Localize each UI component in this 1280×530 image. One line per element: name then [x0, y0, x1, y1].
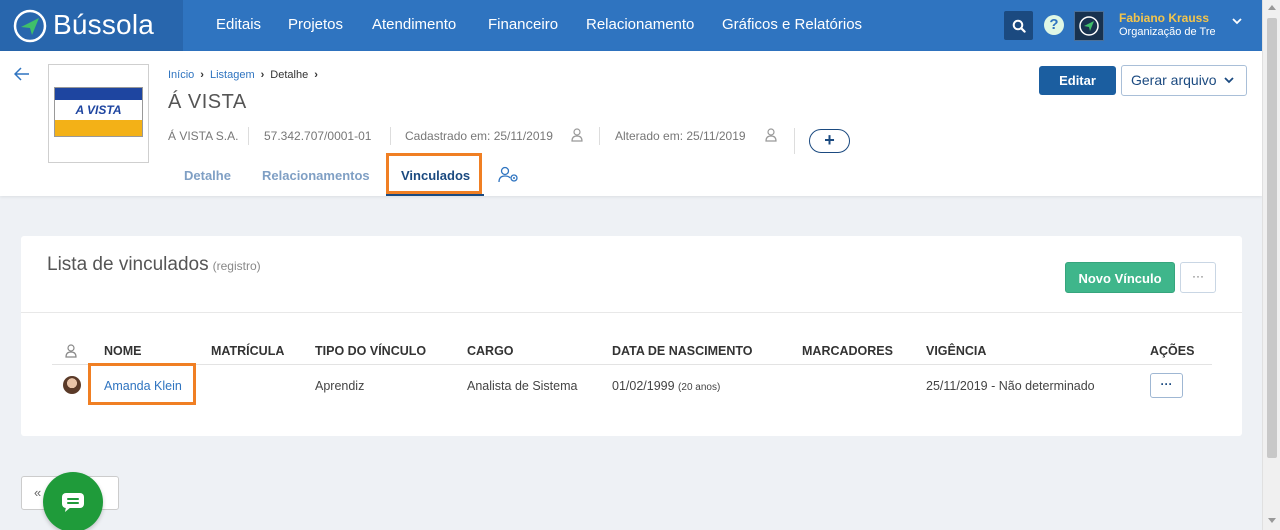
- new-link-button[interactable]: Novo Vínculo: [1065, 262, 1175, 293]
- scrollbar-thumb[interactable]: [1267, 18, 1277, 458]
- column-header-vigencia[interactable]: VIGÊNCIA: [926, 344, 986, 358]
- org-avatar[interactable]: [1074, 11, 1104, 41]
- highlight-box: [386, 153, 482, 194]
- chevron-down-icon: [1224, 77, 1234, 84]
- row-tipo-vinculo: Aprendiz: [315, 379, 365, 393]
- divider: [794, 128, 795, 154]
- breadcrumb-list[interactable]: Listagem: [210, 69, 255, 81]
- pagination-first[interactable]: «: [34, 485, 41, 500]
- brand[interactable]: Bússola: [0, 0, 183, 51]
- more-options-button[interactable]: ···: [1180, 262, 1216, 293]
- top-nav: Bússola Editais Projetos Atendimento Fin…: [0, 0, 1262, 51]
- nav-relacionamento[interactable]: Relacionamento: [586, 16, 694, 33]
- nav-atendimento[interactable]: Atendimento: [372, 16, 456, 33]
- card-title-text: Lista de vinculados: [47, 254, 209, 275]
- divider: [599, 127, 600, 145]
- entity-logo-card: A VISTA: [54, 87, 143, 137]
- entity-updated: Alterado em: 25/11/2019: [615, 129, 746, 143]
- breadcrumb-separator: ›: [200, 69, 204, 81]
- edit-button[interactable]: Editar: [1039, 66, 1116, 95]
- chat-icon: [62, 493, 84, 512]
- user-icon[interactable]: [571, 128, 583, 142]
- nav-graficos-relatorios[interactable]: Gráficos e Relatórios: [722, 16, 862, 33]
- chevron-down-icon[interactable]: [1232, 14, 1242, 28]
- divider: [390, 127, 391, 145]
- column-header-marcadores[interactable]: MARCADORES: [802, 344, 893, 358]
- row-data-nascimento: 01/02/1999 (20 anos): [612, 379, 720, 393]
- breadcrumb-separator: ›: [314, 69, 318, 81]
- user-org[interactable]: Organização de Tre: [1119, 26, 1215, 38]
- row-vigencia: 25/11/2019 - Não determinado: [926, 379, 1095, 393]
- user-name[interactable]: Fabiano Krauss: [1119, 11, 1209, 25]
- column-header-data-nascimento[interactable]: DATA DE NASCIMENTO: [612, 344, 753, 358]
- column-header-matricula[interactable]: MATRÍCULA: [211, 344, 284, 358]
- user-icon: [65, 344, 77, 358]
- back-arrow-icon[interactable]: [13, 65, 30, 86]
- breadcrumb: Início › Listagem › Detalhe ›: [168, 69, 324, 81]
- generate-file-button[interactable]: Gerar arquivo: [1121, 65, 1247, 96]
- user-icon[interactable]: [765, 128, 777, 142]
- entity-short-name: Á VISTA S.A.: [168, 129, 239, 143]
- vertical-scrollbar[interactable]: [1262, 0, 1280, 530]
- column-header-tipo-vinculo[interactable]: TIPO DO VÍNCULO: [315, 344, 426, 358]
- entity-header: A VISTA Início › Listagem › Detalhe › Á VISTA…: [0, 51, 1262, 196]
- entity-created: Cadastrado em: 25/11/2019: [405, 129, 553, 143]
- entity-logo-text: A VISTA: [55, 100, 142, 120]
- avatar: [63, 376, 81, 394]
- linked-list-card: Lista de vinculados (registro) Novo Víncu…: [21, 236, 1242, 436]
- page-title: Á VISTA: [168, 91, 247, 113]
- tab-relacionamentos[interactable]: Relacionamentos: [262, 168, 370, 183]
- compass-avatar-icon: [1079, 16, 1099, 36]
- scroll-up-icon[interactable]: [1268, 5, 1276, 10]
- column-header-acoes: AÇÕES: [1150, 344, 1195, 358]
- row-age: (20 anos): [678, 382, 721, 393]
- column-header-nome[interactable]: NOME: [104, 344, 142, 358]
- search-button[interactable]: [1004, 11, 1033, 40]
- divider: [248, 127, 249, 145]
- chat-button[interactable]: [43, 472, 103, 530]
- divider: [21, 312, 1242, 313]
- entity-cnpj: 57.342.707/0001-01: [264, 129, 372, 143]
- generate-file-label: Gerar arquivo: [1131, 72, 1217, 88]
- users-settings-icon[interactable]: [498, 166, 520, 184]
- breadcrumb-separator: ›: [260, 69, 265, 81]
- entity-logo: A VISTA: [48, 64, 149, 163]
- divider: [52, 364, 1212, 365]
- scroll-down-icon[interactable]: [1268, 518, 1276, 523]
- active-tab-indicator: [386, 194, 484, 196]
- compass-logo-icon: [13, 9, 47, 43]
- help-icon[interactable]: ?: [1044, 15, 1064, 35]
- card-title: Lista de vinculados (registro): [47, 254, 261, 276]
- nav-editais[interactable]: Editais: [216, 16, 261, 33]
- row-cargo: Analista de Sistema: [467, 379, 578, 393]
- breadcrumb-current: Detalhe: [270, 69, 309, 81]
- highlight-box: [88, 363, 196, 405]
- add-button[interactable]: +: [809, 129, 850, 153]
- search-icon: [1012, 19, 1026, 33]
- brand-name: Bússola: [53, 9, 155, 40]
- card-subtitle: (registro): [212, 259, 261, 273]
- row-birthdate: 01/02/1999: [612, 379, 675, 393]
- row-actions-button[interactable]: ···: [1150, 373, 1183, 398]
- nav-financeiro[interactable]: Financeiro: [488, 16, 558, 33]
- column-header-cargo[interactable]: CARGO: [467, 344, 514, 358]
- nav-projetos[interactable]: Projetos: [288, 16, 343, 33]
- tab-detalhe[interactable]: Detalhe: [184, 168, 231, 183]
- breadcrumb-home[interactable]: Início: [168, 69, 194, 81]
